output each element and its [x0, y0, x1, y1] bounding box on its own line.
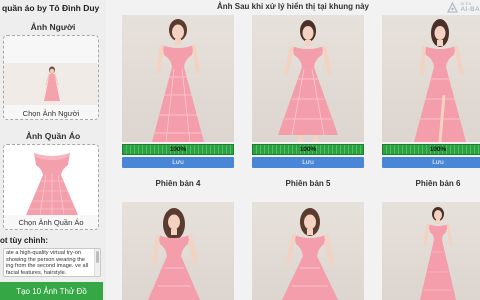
brand-logo: ai-ba AI-BA: [447, 1, 480, 13]
clothes-photo-thumbnail: [4, 145, 98, 216]
choose-clothes-button[interactable]: Chọn Ảnh Quần Áo: [4, 218, 98, 227]
result-image-1[interactable]: [122, 15, 234, 142]
custom-prompt-label: ot tùy chỉnh:: [0, 236, 48, 245]
custom-prompt-textarea[interactable]: ate a high-quality virtual try-on showin…: [3, 248, 101, 277]
app-title: quần áo by Tô Đình Duy: [2, 3, 100, 13]
version-label-5: Phiên bản 5: [285, 179, 331, 188]
result-image-4[interactable]: [122, 202, 234, 300]
person-section-label: Ảnh Người: [30, 22, 76, 32]
save-button-2[interactable]: Lưu: [252, 157, 364, 168]
progress-bar-2: 100%: [252, 144, 364, 155]
sidebar: quần áo by Tô Đình Duy Ảnh Người Chọn Ản…: [0, 0, 106, 300]
clothes-upload-box[interactable]: Chọn Ảnh Quần Áo: [3, 144, 99, 230]
result-card-1: 100% Lưu: [119, 14, 237, 169]
version-label-6: Phiên bản 6: [415, 179, 461, 188]
custom-prompt-text: ate a high-quality virtual try-on showin…: [6, 250, 89, 276]
progress-text-2: 100%: [299, 146, 317, 153]
save-button-3[interactable]: Lưu: [382, 157, 480, 168]
person-photo-thumbnail: [4, 63, 98, 105]
result-image-6[interactable]: [382, 202, 480, 300]
results-title: Ảnh Sau khi xử lý hiển thị tại khung này: [216, 2, 370, 11]
progress-bar-1: 100%: [122, 144, 234, 155]
progress-text-1: 100%: [169, 146, 187, 153]
person-upload-box[interactable]: Chọn Ảnh Người: [3, 35, 99, 120]
brand-name: ai-ba AI-BA: [460, 1, 480, 13]
clothes-section-label: Ảnh Quần Áo: [25, 131, 81, 141]
brand-logo-icon: [447, 1, 459, 13]
choose-person-button[interactable]: Chọn Ảnh Người: [4, 109, 98, 118]
result-image-5[interactable]: [252, 202, 364, 300]
prompt-scrollbar[interactable]: [94, 249, 100, 276]
result-image-3[interactable]: [382, 15, 480, 142]
result-image-2[interactable]: [252, 15, 364, 142]
save-button-1[interactable]: Lưu: [122, 157, 234, 168]
result-card-6: Phiên bản 6: [379, 176, 480, 300]
progress-bar-3: 100%: [382, 144, 480, 155]
results-panel: Ảnh Sau khi xử lý hiển thị tại khung này…: [106, 0, 480, 300]
result-card-3: 100% Lưu: [379, 14, 480, 169]
result-card-4: Phiên bản 4: [119, 176, 237, 300]
app-window: quần áo by Tô Đình Duy Ảnh Người Chọn Ản…: [0, 0, 480, 300]
version-label-4: Phiên bản 4: [155, 179, 201, 188]
result-card-2: 100% Lưu: [249, 14, 367, 169]
generate-10-images-button[interactable]: Tạo 10 Ảnh Thử Đồ: [0, 282, 103, 300]
result-card-5: Phiên bản 5: [249, 176, 367, 300]
progress-text-3: 100%: [429, 146, 447, 153]
